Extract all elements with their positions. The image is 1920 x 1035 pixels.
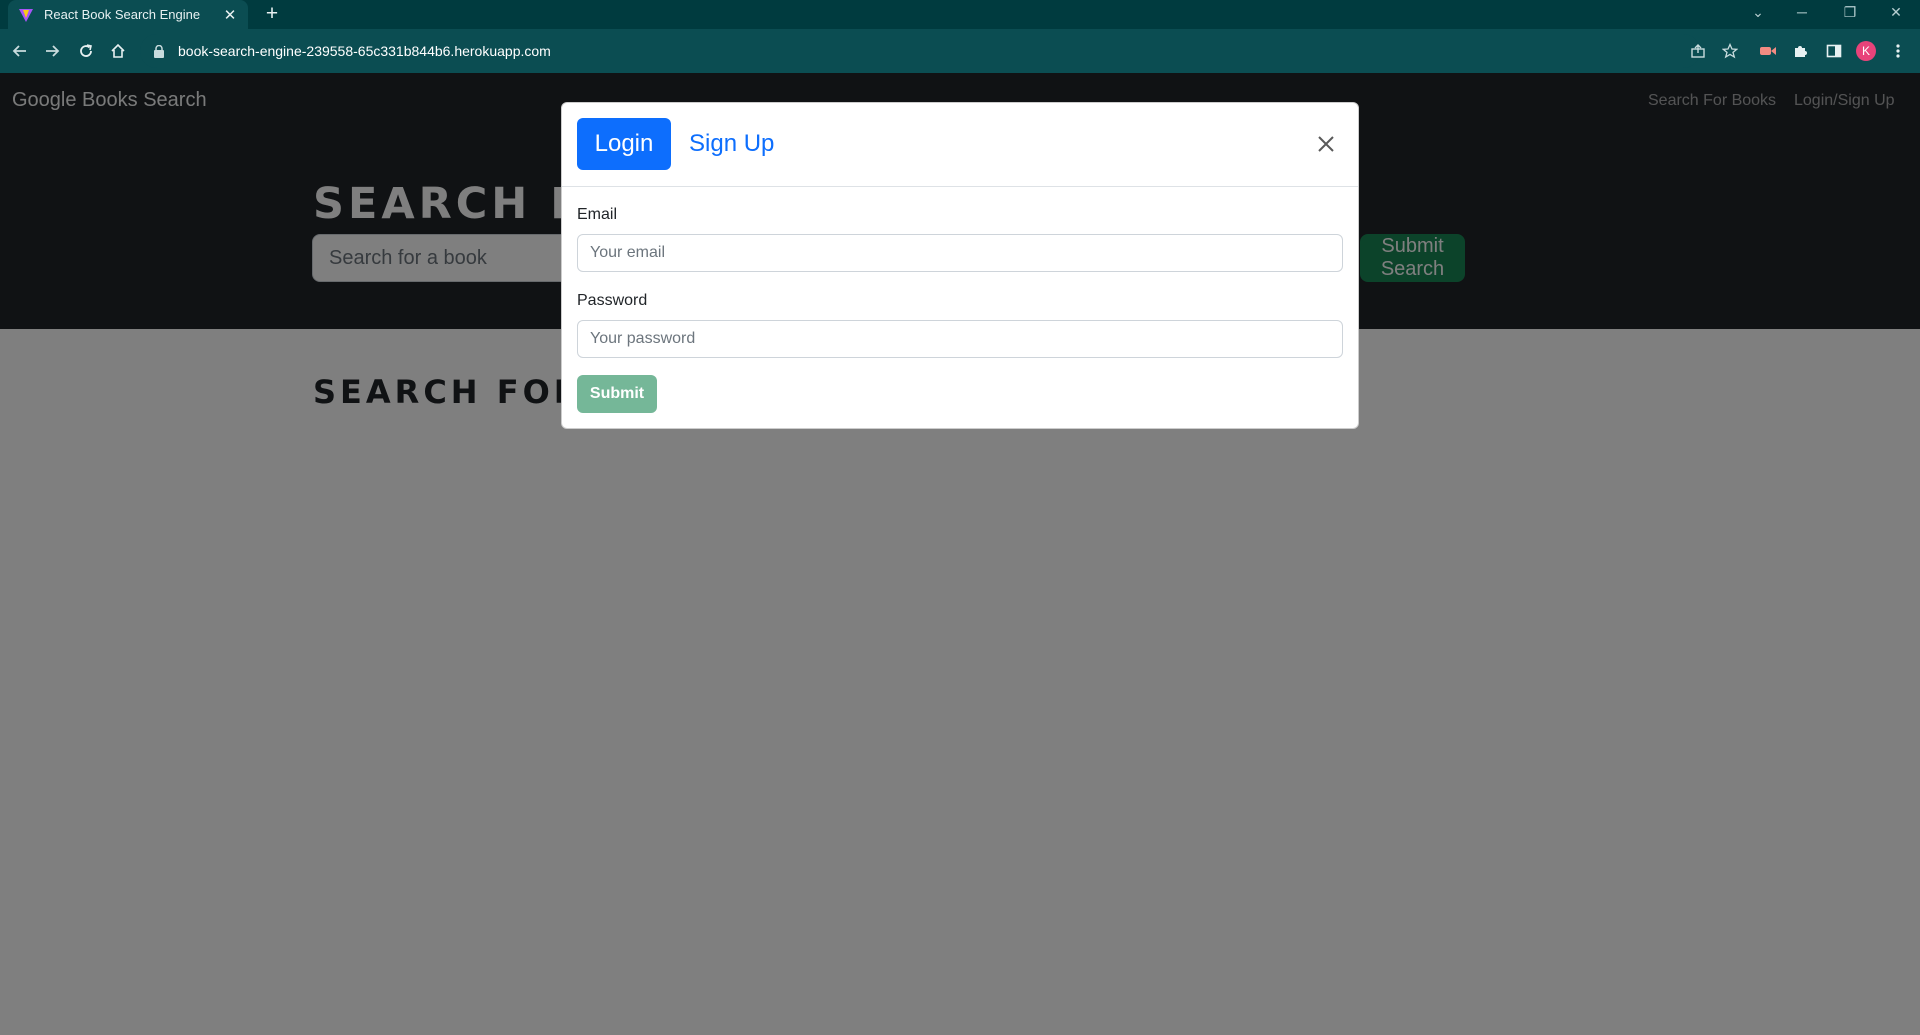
- extensions-puzzle-icon[interactable]: [1786, 37, 1814, 65]
- modal-header: Login Sign Up: [562, 103, 1358, 187]
- home-button[interactable]: [104, 37, 132, 65]
- close-icon[interactable]: [1314, 132, 1338, 156]
- url-text: book-search-engine-239558-65c331b844b6.h…: [178, 43, 551, 59]
- back-button[interactable]: [6, 37, 34, 65]
- tab-login[interactable]: Login: [577, 118, 671, 170]
- browser-toolbar: book-search-engine-239558-65c331b844b6.h…: [0, 29, 1920, 73]
- login-modal: Login Sign Up Email Password Submit: [561, 102, 1359, 429]
- tab-close-icon[interactable]: ✕: [222, 6, 238, 24]
- vite-favicon-icon: [18, 7, 34, 23]
- arrow-left-icon: [12, 45, 26, 57]
- browser-tab-strip: React Book Search Engine ✕ + ⌄ ─ ❐ ✕: [0, 0, 1920, 29]
- window-close-icon[interactable]: ✕: [1874, 0, 1918, 29]
- bookmark-star-icon[interactable]: [1716, 37, 1744, 65]
- lock-icon: [154, 44, 166, 58]
- browser-tab[interactable]: React Book Search Engine ✕: [8, 0, 248, 29]
- tab-title: React Book Search Engine: [44, 7, 201, 22]
- side-panel-icon[interactable]: [1820, 37, 1848, 65]
- submit-button[interactable]: Submit: [577, 375, 657, 413]
- arrow-right-icon: [46, 45, 60, 57]
- reload-icon: [80, 44, 92, 57]
- new-tab-button[interactable]: +: [260, 2, 284, 26]
- forward-button[interactable]: [38, 37, 66, 65]
- home-icon: [111, 43, 125, 58]
- email-label: Email: [577, 206, 618, 223]
- password-field[interactable]: [577, 320, 1343, 358]
- tab-search-icon[interactable]: ⌄: [1736, 0, 1780, 29]
- share-icon[interactable]: [1684, 37, 1712, 65]
- restore-icon[interactable]: ❐: [1828, 0, 1872, 29]
- minimize-icon[interactable]: ─: [1780, 0, 1824, 29]
- email-field[interactable]: [577, 234, 1343, 272]
- tab-signup[interactable]: Sign Up: [687, 118, 776, 170]
- browser-menu-icon[interactable]: [1884, 37, 1912, 65]
- reload-button[interactable]: [72, 37, 100, 65]
- profile-avatar[interactable]: K: [1852, 37, 1880, 65]
- extension-record-icon[interactable]: [1754, 37, 1782, 65]
- password-label: Password: [577, 292, 648, 309]
- address-bar[interactable]: book-search-engine-239558-65c331b844b6.h…: [140, 34, 1700, 68]
